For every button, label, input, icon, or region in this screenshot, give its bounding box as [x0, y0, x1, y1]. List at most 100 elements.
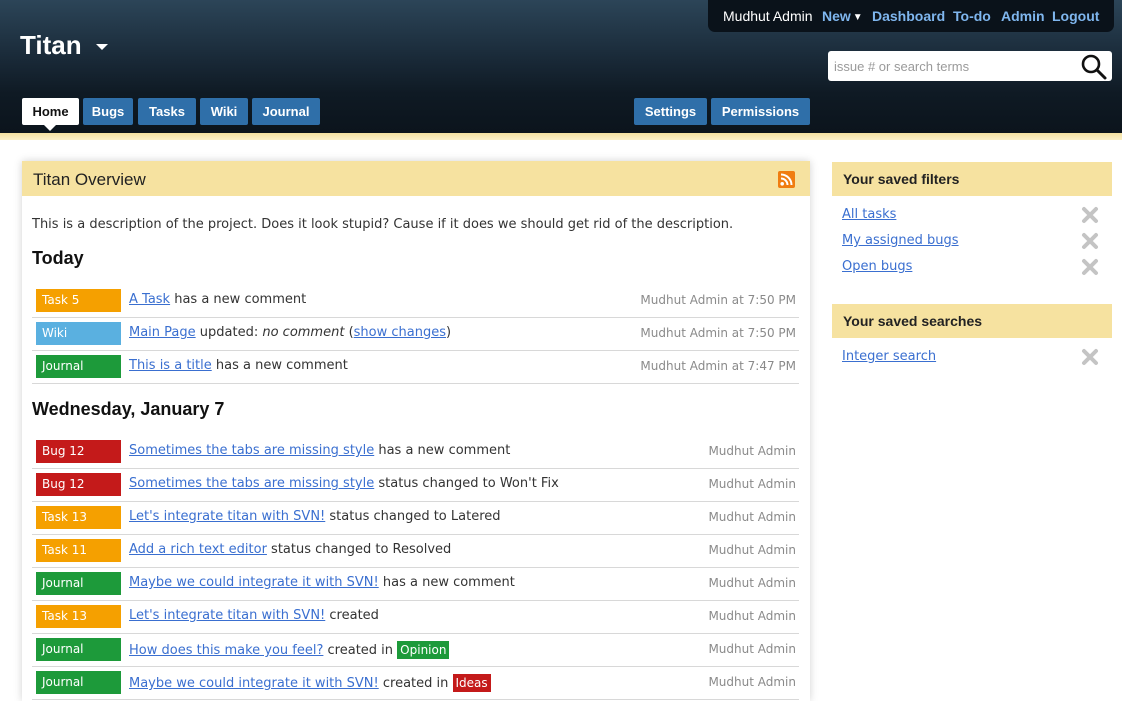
category-tag[interactable]: Opinion — [397, 641, 450, 659]
activity-type-badge[interactable]: Task 11 — [36, 539, 121, 562]
project-dropdown-caret-icon[interactable] — [96, 44, 108, 50]
activity-link[interactable]: Sometimes the tabs are missing style — [129, 443, 374, 458]
activity-type-badge[interactable]: Journal — [36, 638, 121, 661]
activity-text: A Task has a new comment — [129, 292, 306, 307]
activity-meta: Mudhut Admin — [708, 477, 796, 491]
activity-meta: Mudhut Admin — [708, 576, 796, 590]
activity-description: updated: — [195, 325, 263, 340]
activity-type-badge[interactable]: Task 13 — [36, 506, 121, 529]
activity-meta: Mudhut Admin — [708, 642, 796, 656]
activity-description: status changed to Latered — [325, 509, 501, 524]
activity-type-badge[interactable]: Journal — [36, 572, 121, 595]
activity-link[interactable]: Maybe we could integrate it with SVN! — [129, 575, 379, 590]
saved-search-link[interactable]: Integer search — [842, 349, 936, 364]
logout-link[interactable]: Logout — [1052, 8, 1099, 24]
activity-text: How does this make you feel? created in … — [129, 641, 450, 659]
user-bar: Mudhut Admin New ▼ Dashboard To-do Admin … — [708, 0, 1114, 32]
activity-meta: Mudhut Admin at 7:50 PM — [640, 293, 796, 307]
activity-type-badge[interactable]: Wiki — [36, 322, 121, 345]
activity-row: Task 5 A Task has a new comment Mudhut A… — [32, 284, 799, 318]
current-user: Mudhut Admin — [723, 8, 813, 24]
activity-type-badge[interactable]: Journal — [36, 671, 121, 694]
activity-type-badge[interactable]: Task 5 — [36, 289, 121, 312]
saved-filters-header: Your saved filters — [832, 162, 1112, 196]
delete-filter-icon[interactable] — [1081, 206, 1099, 224]
active-tab-pointer — [44, 125, 56, 131]
activity-description: has a new comment — [378, 575, 515, 590]
activity-row: Wiki Main Page updated: no comment (show… — [32, 317, 799, 351]
saved-searches-title: Your saved searches — [843, 313, 983, 329]
activity-description: has a new comment — [211, 358, 348, 373]
saved-filter-link[interactable]: Open bugs — [842, 259, 912, 274]
activity-description: status changed to Resolved — [266, 542, 452, 557]
activity-link[interactable]: Let's integrate titan with SVN! — [129, 509, 325, 524]
rss-feed-icon[interactable] — [778, 171, 795, 188]
activity-link[interactable]: Sometimes the tabs are missing style — [129, 476, 374, 491]
activity-link[interactable]: This is a title — [129, 358, 212, 373]
delete-filter-icon[interactable] — [1081, 232, 1099, 250]
activity-row: Task 13 Let's integrate titan with SVN! … — [32, 501, 799, 535]
activity-link[interactable]: Main Page — [129, 325, 196, 340]
activity-meta: Mudhut Admin — [708, 675, 796, 689]
category-tag[interactable]: Ideas — [452, 674, 491, 692]
activity-link[interactable]: How does this make you feel? — [129, 643, 323, 658]
activity-text: This is a title has a new comment — [129, 358, 348, 373]
tab-journal[interactable]: Journal — [252, 98, 320, 125]
activity-text: Let's integrate titan with SVN! status c… — [129, 509, 501, 524]
tab-settings[interactable]: Settings — [634, 98, 707, 125]
activity-comment: no comment — [262, 325, 345, 340]
activity-text: Add a rich text editor status changed to… — [129, 542, 451, 557]
activity-type-badge[interactable]: Task 13 — [36, 605, 121, 628]
activity-row: Journal Maybe we could integrate it with… — [32, 567, 799, 601]
header-stripe — [0, 133, 1122, 140]
project-description: This is a description of the project. Do… — [32, 217, 734, 232]
tab-wiki[interactable]: Wiki — [200, 98, 248, 125]
activity-row: Journal Maybe we could integrate it with… — [32, 666, 799, 700]
saved-searches-header: Your saved searches — [832, 304, 1112, 338]
activity-text: Let's integrate titan with SVN! created — [129, 608, 379, 623]
activity-meta: Mudhut Admin — [708, 444, 796, 458]
tab-tasks[interactable]: Tasks — [138, 98, 196, 125]
delete-filter-icon[interactable] — [1081, 258, 1099, 276]
activity-type-badge[interactable]: Bug 12 — [36, 473, 121, 496]
todo-link[interactable]: To-do — [953, 8, 991, 24]
show-changes-link[interactable]: show changes — [354, 325, 446, 340]
saved-filters-title: Your saved filters — [843, 171, 960, 187]
activity-row: Journal This is a title has a new commen… — [32, 350, 799, 384]
activity-type-badge[interactable]: Bug 12 — [36, 440, 121, 463]
activity-link[interactable]: A Task — [129, 292, 170, 307]
activity-link[interactable]: Let's integrate titan with SVN! — [129, 608, 325, 623]
activity-meta: Mudhut Admin — [708, 609, 796, 623]
dashboard-link[interactable]: Dashboard — [872, 8, 945, 24]
search-icon[interactable] — [1080, 53, 1108, 81]
activity-text: Maybe we could integrate it with SVN! ha… — [129, 575, 515, 590]
admin-link[interactable]: Admin — [1001, 8, 1045, 24]
saved-filter-link[interactable]: All tasks — [842, 207, 896, 222]
activity-description: has a new comment — [374, 443, 511, 458]
search-input[interactable] — [832, 56, 1074, 76]
activity-description: created in — [378, 676, 453, 691]
activity-link[interactable]: Add a rich text editor — [129, 542, 267, 557]
activity-description: status changed to Won't Fix — [374, 476, 559, 491]
activity-text: Main Page updated: no comment (show chan… — [129, 325, 452, 340]
activity-meta: Mudhut Admin at 7:50 PM — [640, 326, 796, 340]
new-menu-link[interactable]: New ▼ — [822, 8, 863, 24]
activity-text: Maybe we could integrate it with SVN! cr… — [129, 674, 491, 692]
tab-permissions[interactable]: Permissions — [711, 98, 810, 125]
activity-meta: Mudhut Admin at 7:47 PM — [640, 359, 796, 373]
dropdown-caret-icon: ▼ — [852, 12, 863, 23]
search-box — [828, 51, 1112, 81]
activity-type-badge[interactable]: Journal — [36, 355, 121, 378]
day-heading: Wednesday, January 7 — [32, 399, 225, 419]
delete-search-icon[interactable] — [1081, 348, 1099, 366]
activity-text: Sometimes the tabs are missing style sta… — [129, 476, 559, 491]
saved-filter-link[interactable]: My assigned bugs — [842, 233, 959, 248]
activity-meta: Mudhut Admin — [708, 510, 796, 524]
overview-panel-header: Titan Overview — [22, 161, 810, 196]
activity-link[interactable]: Maybe we could integrate it with SVN! — [129, 676, 379, 691]
project-title[interactable]: Titan — [20, 30, 82, 61]
tab-home[interactable]: Home — [22, 98, 79, 125]
tab-bugs[interactable]: Bugs — [83, 98, 133, 125]
activity-description: has a new comment — [170, 292, 307, 307]
activity-description: created in — [323, 643, 398, 658]
